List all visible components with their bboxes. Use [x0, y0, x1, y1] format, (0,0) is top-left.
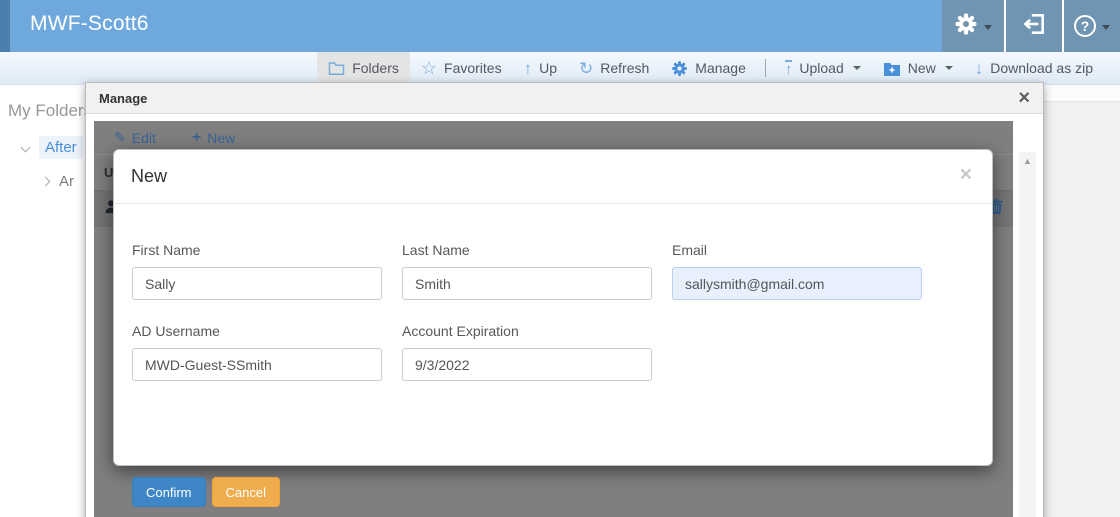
new-user-form: First Name Last Name Email AD Username A…	[132, 242, 974, 381]
ad-username-input[interactable]	[132, 348, 382, 381]
confirm-button[interactable]: Confirm	[132, 477, 206, 507]
toolbar-item-folders[interactable]: Folders	[317, 52, 410, 84]
upload-icon: ↑	[785, 60, 793, 77]
toolbar-item-label: Upload	[799, 60, 843, 76]
manage-dialog-title: Manage	[99, 91, 147, 106]
help-button[interactable]: ?	[1062, 0, 1120, 52]
settings-button[interactable]	[942, 0, 1004, 52]
gear-icon	[954, 12, 978, 41]
tree-item-label[interactable]: After	[39, 136, 83, 159]
download-icon: ↓	[975, 60, 984, 77]
cancel-button[interactable]: Cancel	[212, 477, 280, 507]
app-title: MWF-Scott6	[30, 12, 149, 36]
plus-icon: +	[192, 129, 201, 147]
toolbar-separator	[765, 59, 766, 77]
up-arrow-icon: ↑	[524, 60, 533, 77]
manage-dialog-header: Manage ×	[86, 83, 1043, 114]
toolbar-item-label: Up	[539, 60, 557, 76]
account-expiration-field-group: Account Expiration	[402, 323, 652, 381]
ad-username-field-group: AD Username	[132, 323, 382, 381]
email-input[interactable]	[672, 267, 922, 300]
star-icon: ☆	[421, 59, 437, 77]
file-list-background	[1044, 85, 1120, 517]
account-expiration-input[interactable]	[402, 348, 652, 381]
toolbar-item-label: Download as zip	[990, 60, 1093, 76]
last-name-input[interactable]	[402, 267, 652, 300]
toolbar-item-label: Refresh	[600, 60, 649, 76]
edit-button[interactable]: ✎ Edit	[114, 129, 156, 146]
toolbar-item-download-as-zip[interactable]: ↓ Download as zip	[964, 52, 1104, 84]
app-header: MWF-Scott6	[0, 0, 1120, 52]
toolbar-item-label: Folders	[352, 60, 399, 76]
email-field-group: Email	[672, 242, 922, 300]
logout-icon	[1021, 11, 1047, 42]
first-name-label: First Name	[132, 242, 382, 258]
toolbar-item-label: New	[908, 60, 936, 76]
app-window: MWF-Scott6	[0, 0, 1120, 517]
toolbar-item-label: Manage	[695, 60, 746, 76]
new-dialog: New × First Name Last Name Email AD User…	[113, 149, 993, 466]
toolbar-item-label: Favorites	[444, 60, 502, 76]
toolbar-item-manage[interactable]: Manage	[660, 52, 757, 84]
gear-icon	[671, 60, 688, 77]
account-expiration-label: Account Expiration	[402, 323, 652, 339]
scroll-up-icon[interactable]: ▲	[1023, 156, 1032, 517]
tree-item-label[interactable]: Ar	[59, 173, 74, 190]
help-icon: ?	[1074, 15, 1096, 37]
pencil-icon: ✎	[114, 129, 126, 146]
new-dialog-body: First Name Last Name Email AD Username A…	[114, 204, 992, 381]
first-name-input[interactable]	[132, 267, 382, 300]
new-button[interactable]: + New	[192, 129, 235, 147]
toolbar-item-new[interactable]: New	[872, 52, 964, 84]
manage-dialog-scrollbar[interactable]: ▲	[1019, 152, 1036, 517]
edit-button-label: Edit	[132, 130, 156, 146]
refresh-icon: ↻	[579, 60, 593, 77]
ad-username-label: AD Username	[132, 323, 382, 339]
toolbar-item-upload[interactable]: ↑ Upload	[774, 52, 872, 84]
chevron-down-icon	[853, 66, 861, 70]
chevron-down-icon	[1102, 25, 1110, 30]
close-icon[interactable]: ×	[960, 164, 972, 185]
new-dialog-title: New	[131, 166, 167, 186]
chevron-down-icon[interactable]	[21, 143, 31, 153]
new-button-label: New	[207, 130, 235, 146]
chevron-right-icon[interactable]	[41, 177, 51, 187]
new-dialog-header: New ×	[114, 150, 992, 204]
file-list-header-strip	[1044, 85, 1120, 102]
email-label: Email	[672, 242, 922, 258]
chevron-down-icon	[984, 25, 992, 30]
header-accent-bar	[0, 0, 10, 52]
new-folder-icon	[883, 61, 901, 76]
header-actions: ?	[942, 0, 1120, 52]
last-name-field-group: Last Name	[402, 242, 652, 300]
main-toolbar: Folders ☆ Favorites ↑ Up ↻ Refresh	[0, 52, 1120, 85]
logout-button[interactable]	[1004, 0, 1062, 52]
new-dialog-buttons: Confirm Cancel	[132, 477, 280, 507]
chevron-down-icon	[945, 66, 953, 70]
toolbar-item-favorites[interactable]: ☆ Favorites	[410, 52, 513, 84]
close-icon[interactable]: ×	[1018, 88, 1030, 108]
toolbar-item-up[interactable]: ↑ Up	[513, 52, 568, 84]
first-name-field-group: First Name	[132, 242, 382, 300]
folders-icon	[328, 61, 345, 76]
toolbar-item-refresh[interactable]: ↻ Refresh	[568, 52, 660, 84]
last-name-label: Last Name	[402, 242, 652, 258]
